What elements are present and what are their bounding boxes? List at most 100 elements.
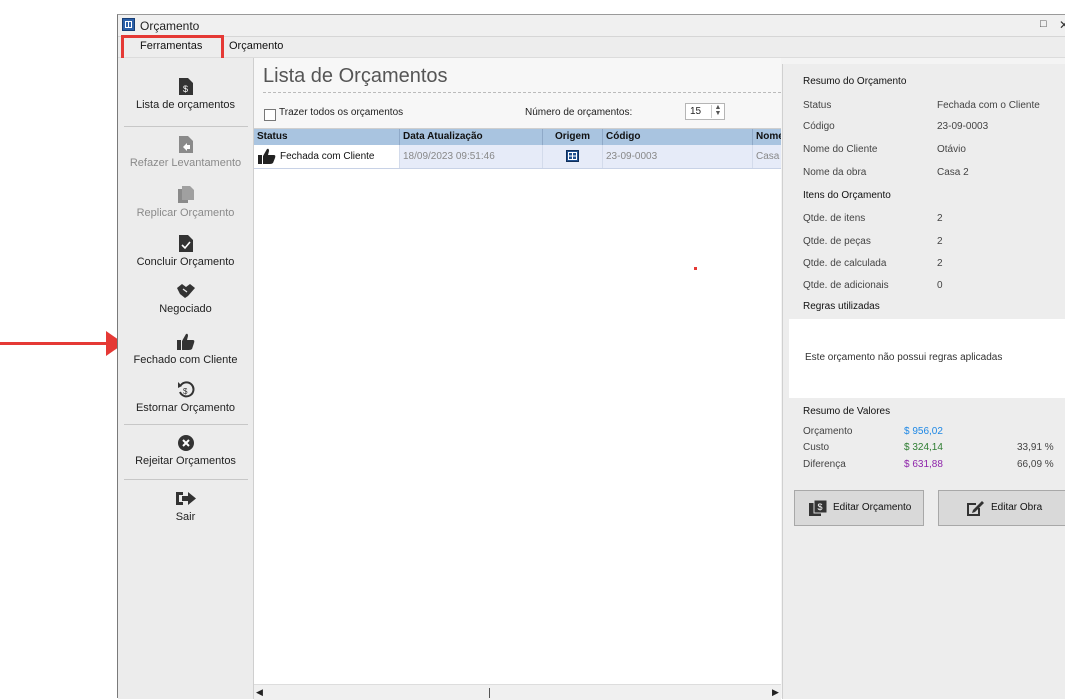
sidebar-item-negociado[interactable]: Negociado [118, 283, 253, 315]
value-percent: 33,91 % [1017, 442, 1054, 453]
nome-cell: Casa [753, 145, 781, 168]
annotation-dot [694, 267, 697, 270]
column-header-nome[interactable]: Nome [753, 129, 781, 145]
edit-work-button[interactable]: Editar Obra [938, 490, 1065, 526]
menu-bar: Ferramentas Orçamento [118, 35, 1065, 61]
value-amount: $ 631,88 [904, 459, 943, 470]
column-header-codigo[interactable]: Código [603, 129, 753, 145]
items-value: 0 [937, 280, 943, 291]
budget-summary-panel: Resumo do Orçamento Status Fechada com o… [782, 64, 1065, 699]
column-header-status[interactable]: Status [254, 129, 400, 145]
scroll-left-icon[interactable]: ◀ [256, 687, 263, 698]
table-row[interactable]: Fechada com Cliente 18/09/2023 09:51:46 … [254, 145, 781, 169]
sidebar: $ Lista de orçamentos Refazer Levantamen… [118, 58, 254, 699]
scroll-right-icon[interactable]: ▶ [772, 687, 779, 698]
summary-value: Casa 2 [937, 167, 969, 178]
summary-label: Código [803, 121, 835, 132]
rules-header: Regras utilizadas [803, 301, 880, 312]
sidebar-item-refazer-levantamento[interactable]: Refazer Levantamento [118, 136, 253, 169]
edit-budget-button[interactable]: $ Editar Orçamento [794, 490, 924, 526]
edit-work-label: Editar Obra [991, 502, 1043, 513]
handshake-icon [176, 284, 195, 298]
maximize-icon[interactable]: □ [1040, 18, 1047, 30]
items-value: 2 [937, 213, 943, 224]
rules-text: Este orçamento não possui regras aplicad… [805, 352, 1003, 363]
summary-value: Otávio [937, 144, 966, 155]
window-title: Orçamento [140, 19, 200, 33]
spinner-arrows-icon[interactable]: ▲ ▼ [711, 104, 724, 118]
sidebar-item-label: Replicar Orçamento [136, 207, 235, 219]
menu-orcamento[interactable]: Orçamento [229, 40, 283, 52]
sidebar-item-lista-orcamentos[interactable]: $ Lista de orçamentos [118, 78, 253, 111]
sidebar-item-label: Concluir Orçamento [136, 256, 235, 268]
sidebar-item-label: Fechado com Cliente [133, 354, 238, 366]
replicate-icon [177, 186, 194, 203]
column-header-data[interactable]: Data Atualização [400, 129, 543, 145]
status-cell: Fechada com Cliente [254, 145, 400, 168]
title-divider [263, 92, 781, 93]
summary-value: Fechada com o Cliente [937, 100, 1040, 111]
sidebar-item-concluir-orcamento[interactable]: Concluir Orçamento [118, 235, 253, 268]
budget-count-spinner[interactable]: 15 ▲ ▼ [685, 103, 725, 120]
sidebar-item-replicar-orcamento[interactable]: Replicar Orçamento [118, 186, 253, 219]
budget-table: Status Data Atualização Origem Código No… [254, 128, 781, 700]
svg-text:$: $ [183, 84, 188, 94]
redo-survey-icon [178, 136, 193, 153]
close-icon[interactable]: ✕ [1059, 18, 1065, 32]
codigo-cell: 23-09-0003 [603, 145, 753, 168]
summary-label: Status [803, 100, 832, 111]
sidebar-divider [124, 424, 248, 425]
budget-list-panel: Lista de Orçamentos Trazer todos os orça… [254, 58, 781, 700]
sidebar-item-rejeitar-orcamentos[interactable]: Rejeitar Orçamentos [118, 435, 253, 467]
app-icon [122, 18, 135, 31]
refund-icon: $ [177, 381, 194, 398]
summary-header: Resumo do Orçamento [803, 76, 907, 87]
items-label: Qtde. de calculada [803, 258, 887, 269]
edit-icon [967, 501, 984, 516]
value-amount: $ 956,02 [904, 426, 943, 437]
items-header: Itens do Orçamento [803, 190, 891, 201]
sidebar-item-label: Sair [175, 511, 196, 523]
show-all-label: Trazer todos os orçamentos [279, 107, 404, 118]
column-header-origem[interactable]: Origem [543, 129, 603, 145]
value-amount: $ 324,14 [904, 442, 943, 453]
budget-count-value: 15 [690, 106, 702, 117]
thumbs-up-icon [258, 148, 276, 164]
items-value: 2 [937, 258, 943, 269]
value-label: Custo [803, 442, 830, 453]
scrollbar-thumb[interactable] [266, 688, 490, 698]
items-label: Qtde. de adicionais [803, 280, 889, 291]
values-header: Resumo de Valores [803, 406, 891, 417]
conclude-icon [178, 235, 193, 252]
sidebar-item-sair[interactable]: Sair [118, 490, 253, 523]
sidebar-divider [124, 126, 248, 127]
summary-label: Nome da obra [803, 167, 867, 178]
rules-box: Este orçamento não possui regras aplicad… [789, 319, 1065, 398]
sidebar-item-label: Estornar Orçamento [135, 402, 236, 414]
sidebar-item-label: Rejeitar Orçamentos [135, 455, 236, 467]
sidebar-item-label: Lista de orçamentos [135, 99, 236, 111]
page-title: Lista de Orçamentos [263, 65, 448, 87]
sidebar-item-estornar-orcamento[interactable]: $ Estornar Orçamento [118, 381, 253, 414]
show-all-checkbox[interactable] [264, 109, 276, 121]
exit-icon [175, 492, 196, 505]
thumbs-up-icon [176, 333, 194, 350]
budget-window: Orçamento □ ✕ Ferramentas Orçamento $ Li… [117, 14, 1065, 700]
sidebar-item-fechado-cliente[interactable]: Fechado com Cliente [118, 333, 253, 366]
status-text: Fechada com Cliente [280, 151, 375, 162]
sidebar-item-label: Refazer Levantamento [129, 157, 242, 169]
value-label: Orçamento [803, 426, 853, 437]
budget-list-icon: $ [178, 78, 193, 95]
items-value: 2 [937, 236, 943, 247]
origem-cell [543, 145, 603, 168]
sidebar-divider [124, 479, 248, 480]
svg-text:$: $ [183, 387, 188, 396]
budget-count-label: Número de orçamentos: [525, 107, 633, 118]
sidebar-item-label: Negociado [159, 303, 212, 315]
annotation-arrow-shaft [0, 342, 116, 345]
items-label: Qtde. de peças [803, 236, 871, 247]
edit-budget-label: Editar Orçamento [833, 502, 912, 513]
value-label: Diferença [803, 459, 846, 470]
svg-text:$: $ [818, 502, 823, 512]
summary-label: Nome do Cliente [803, 144, 878, 155]
